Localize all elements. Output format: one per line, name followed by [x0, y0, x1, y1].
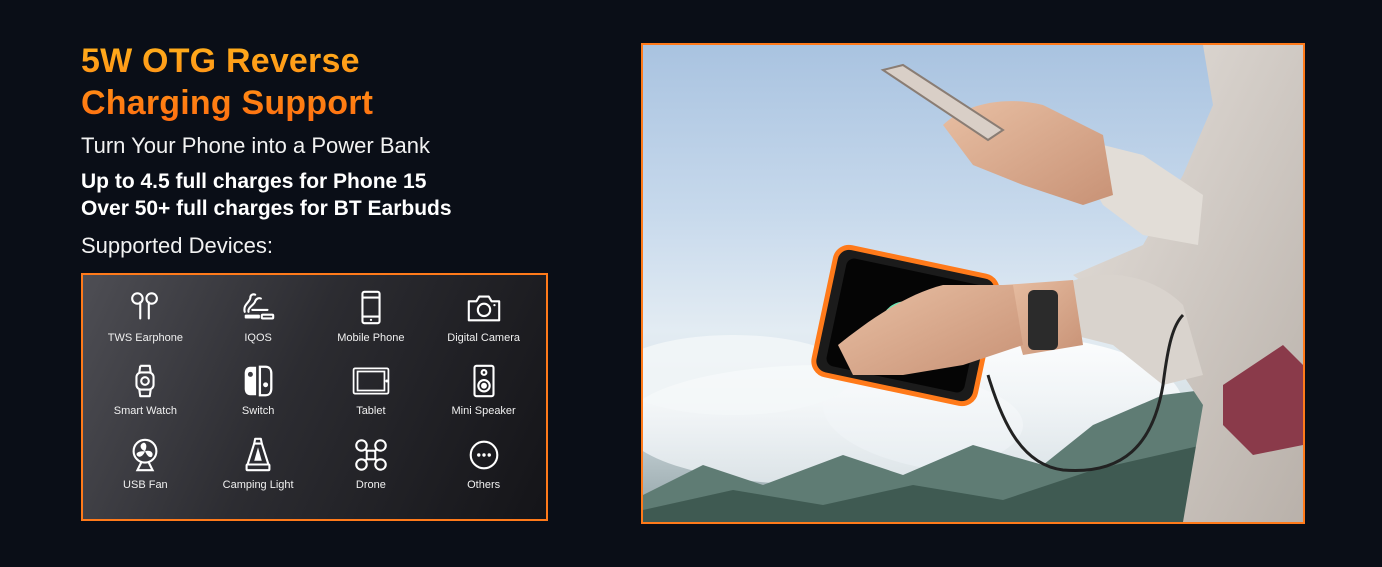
- lantern-icon: [245, 437, 271, 471]
- photo-illustration: 64: [643, 45, 1303, 522]
- device-tws-earphone: TWS Earphone: [89, 289, 202, 362]
- device-drone: Drone: [315, 436, 428, 509]
- stats-block: Up to 4.5 full charges for Phone 15 Over…: [81, 168, 581, 222]
- more-icon: [469, 440, 498, 470]
- stat-earbuds: Over 50+ full charges for BT Earbuds: [81, 197, 452, 220]
- device-mini-speaker: Mini Speaker: [427, 362, 540, 435]
- device-label: TWS Earphone: [107, 332, 183, 344]
- title-line-2: Charging Support: [81, 84, 374, 122]
- lifestyle-photo: 64: [641, 43, 1305, 524]
- stat-phone: Up to 4.5 full charges for Phone 15: [81, 170, 427, 193]
- page-title: 5W OTG Reverse Charging Support: [81, 40, 581, 124]
- subtitle: Turn Your Phone into a Power Bank: [81, 133, 430, 158]
- device-label: Others: [467, 478, 501, 491]
- device-switch: Switch: [202, 362, 315, 435]
- device-label: Mobile Phone: [337, 332, 405, 344]
- speaker-icon: [473, 365, 495, 398]
- device-label: USB Fan: [123, 478, 168, 491]
- device-label: Drone: [355, 478, 386, 491]
- supported-devices-heading: Supported Devices:: [81, 233, 273, 258]
- tablet-icon: [352, 367, 390, 395]
- device-digital-camera: Digital Camera: [427, 289, 540, 362]
- device-label: Smart Watch: [113, 405, 177, 418]
- game-switch-icon: [244, 365, 273, 397]
- fan-icon: [132, 438, 158, 471]
- device-others: Others: [427, 436, 540, 509]
- device-usb-fan: USB Fan: [89, 436, 202, 509]
- drone-icon: [355, 438, 387, 471]
- device-tablet: Tablet: [315, 362, 428, 435]
- camera-icon: [467, 295, 500, 322]
- device-iqos: IQOS: [202, 289, 315, 362]
- earbuds-icon: [131, 292, 159, 320]
- device-label: IQOS: [244, 332, 272, 344]
- device-grid: TWS Earphone IQOS Mobile Phone Digital C…: [81, 273, 548, 521]
- title-line-1: 5W OTG Reverse: [81, 42, 360, 80]
- iqos-icon: [243, 293, 275, 320]
- device-label: Camping Light: [222, 478, 294, 491]
- device-mobile-phone: Mobile Phone: [315, 289, 428, 362]
- device-label: Digital Camera: [447, 332, 520, 344]
- mobile-phone-icon: [361, 290, 381, 325]
- device-label: Mini Speaker: [451, 405, 516, 418]
- text-column: 5W OTG Reverse Charging Support Turn You…: [81, 40, 581, 260]
- device-smart-watch: Smart Watch: [89, 362, 202, 435]
- device-label: Tablet: [356, 405, 386, 418]
- smart-watch-icon: [135, 365, 155, 398]
- device-camping-light: Camping Light: [202, 436, 315, 509]
- device-label: Switch: [241, 405, 275, 418]
